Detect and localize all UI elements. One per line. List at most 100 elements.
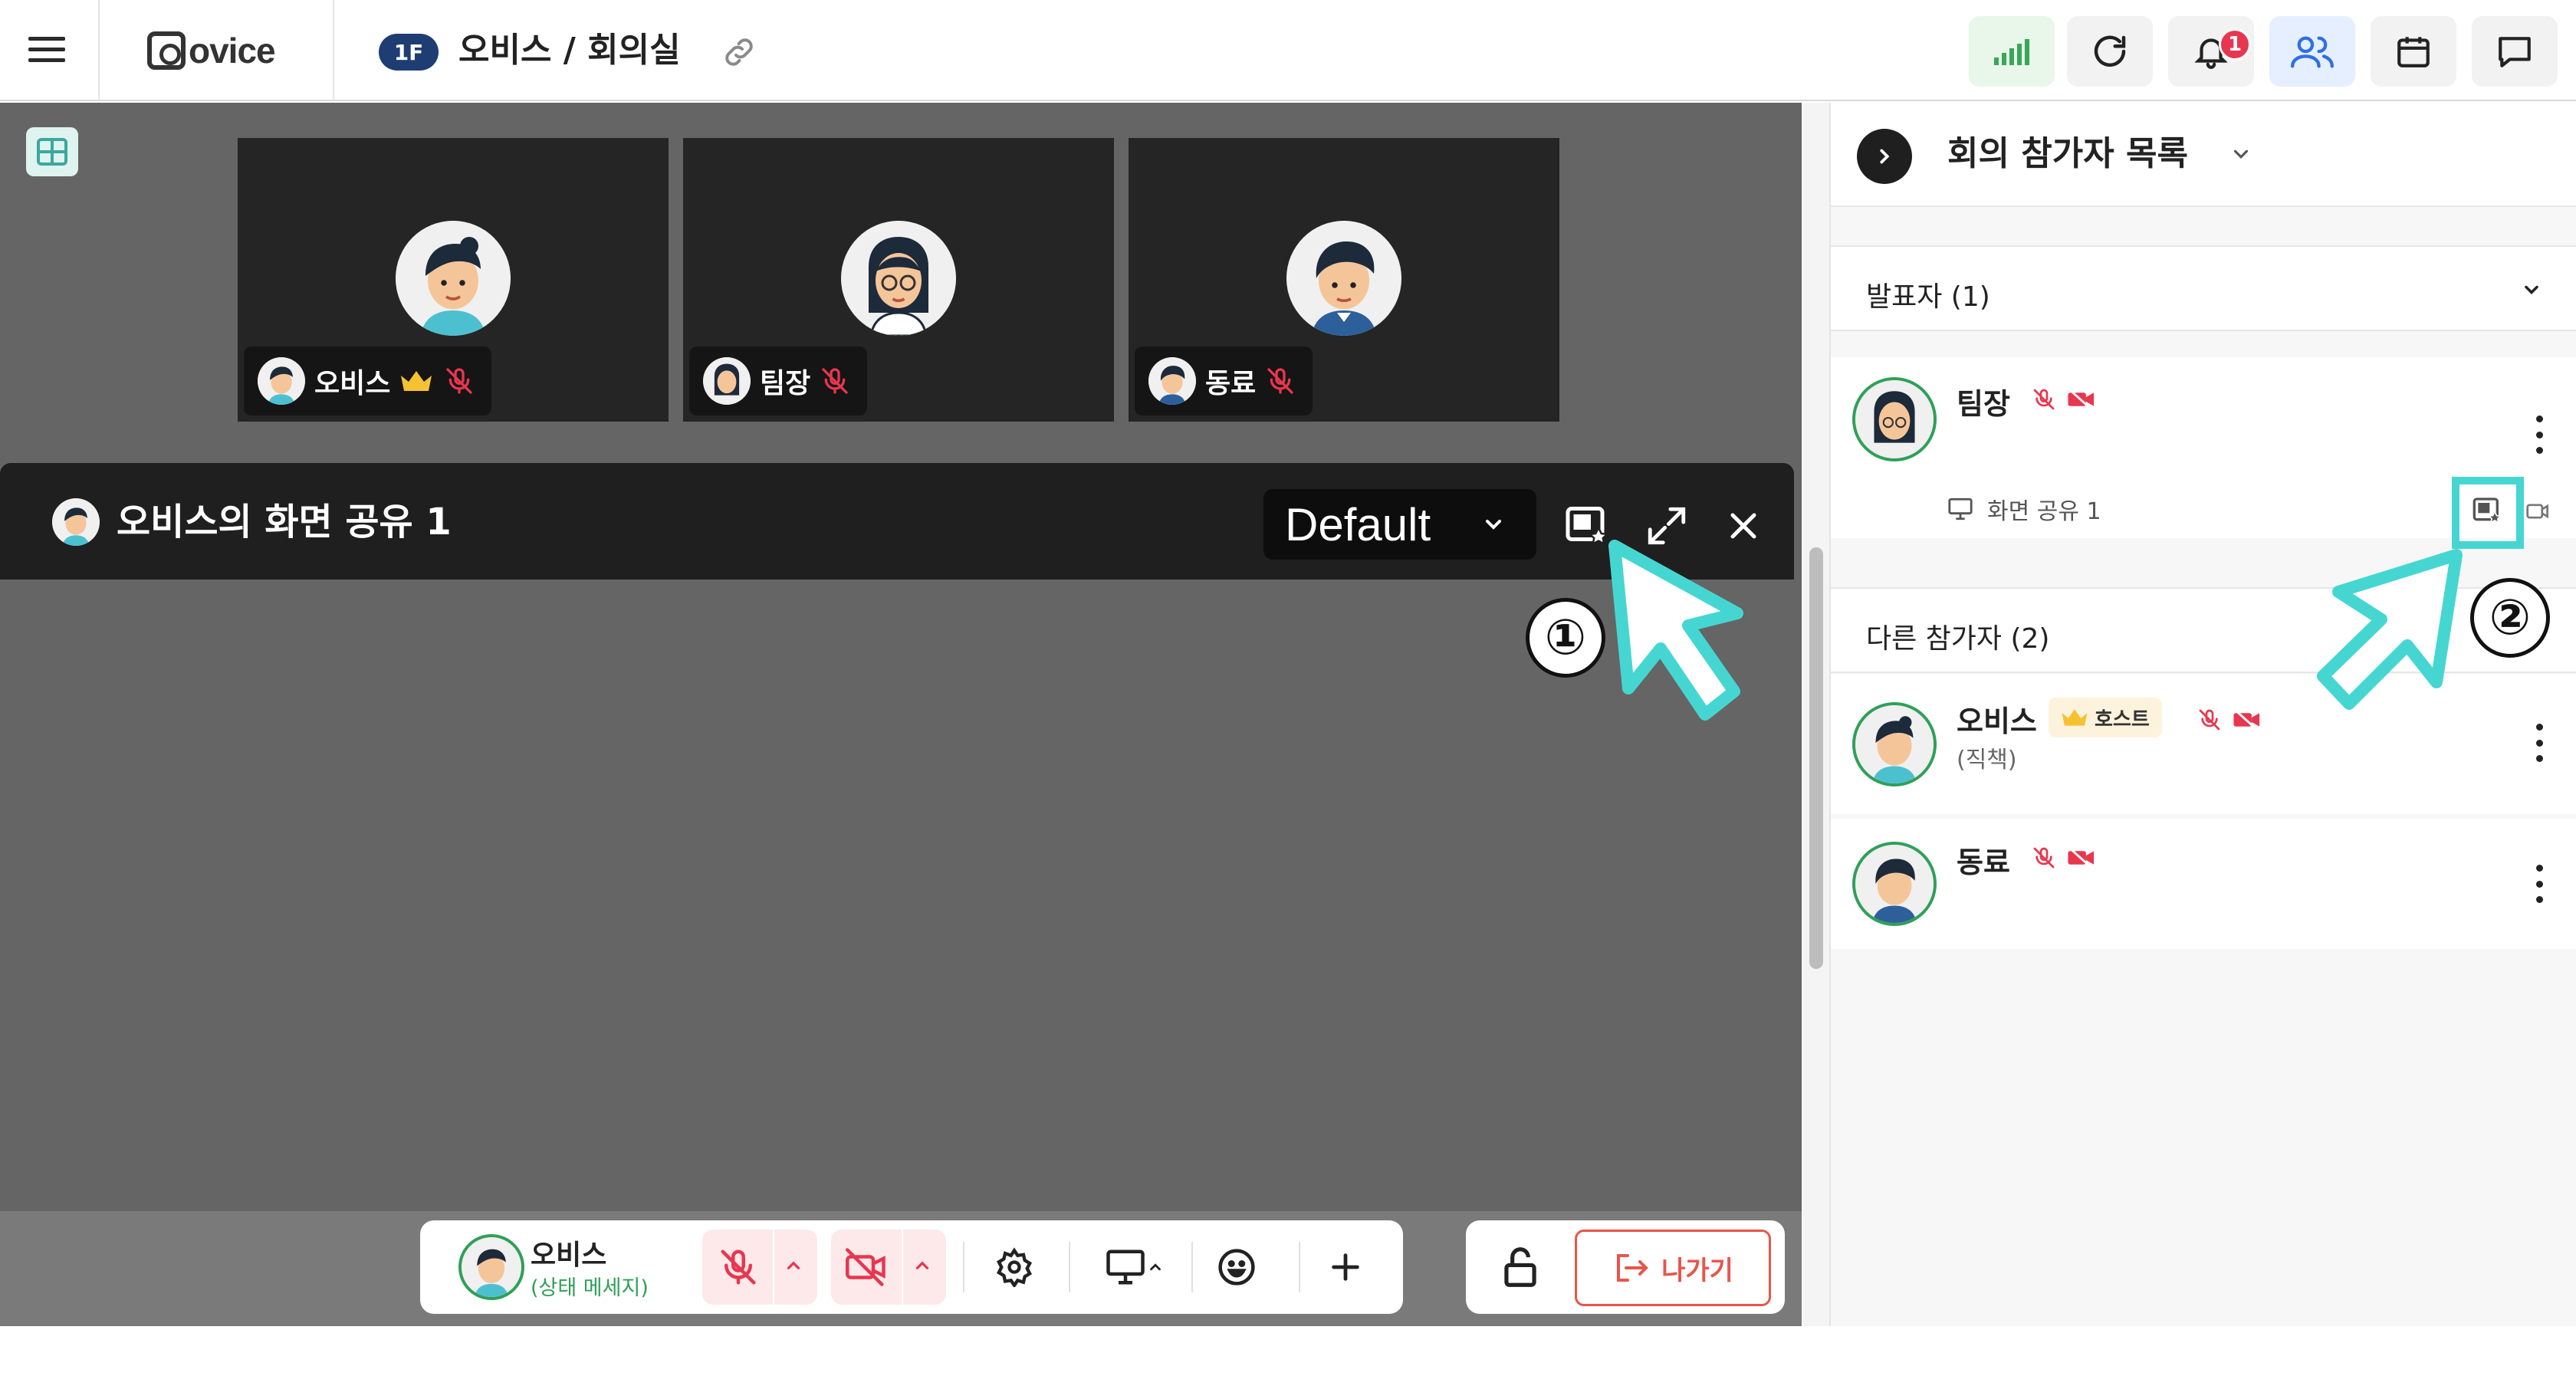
- ovice-logo[interactable]: ovice: [147, 28, 276, 74]
- participant-name: 팀장: [1957, 387, 2010, 421]
- more-actions-button[interactable]: [1322, 1243, 1369, 1291]
- crown-icon: [2062, 709, 2088, 726]
- mic-toggle-button[interactable]: [718, 1246, 759, 1291]
- collapse-sidebar-button[interactable]: [1857, 129, 1912, 184]
- participant-name: 오비스: [1957, 704, 2037, 738]
- signal-icon: [1994, 39, 2029, 65]
- reaction-button[interactable]: [1213, 1243, 1260, 1291]
- logo-mark-icon: [147, 31, 186, 70]
- camera-off-icon: [2068, 846, 2095, 869]
- chevron-up-icon: [915, 1261, 929, 1269]
- video-tile[interactable]: 동료: [1129, 138, 1559, 422]
- screen-share-button[interactable]: [1096, 1243, 1173, 1291]
- toolbar-separator: [1299, 1242, 1300, 1292]
- link-icon[interactable]: [721, 34, 757, 71]
- video-tile[interactable]: 팀장: [683, 138, 1114, 422]
- room-title: 오비스 / 회의실: [458, 31, 681, 70]
- mic-muted-icon: [822, 368, 848, 394]
- mic-muted-icon: [2033, 389, 2055, 410]
- chat-icon: [2499, 37, 2531, 67]
- host-badge-label: 호스트: [2095, 708, 2150, 731]
- video-tile[interactable]: 오비스: [238, 138, 669, 422]
- tutorial-pointer-arrow-icon: [1608, 540, 1743, 721]
- settings-button[interactable]: [991, 1243, 1038, 1291]
- scrollbar-thumb[interactable]: [1809, 547, 1823, 969]
- participant-name: 동료: [1957, 846, 2010, 879]
- self-name: 오비스: [531, 1240, 607, 1271]
- mic-options-button[interactable]: [782, 1256, 805, 1279]
- sidebar-title[interactable]: 회의 참가자 목록: [1947, 129, 2188, 179]
- chip-avatar: [258, 357, 305, 405]
- camera-off-icon: [2233, 708, 2260, 731]
- toolbar-separator: [1069, 1242, 1070, 1292]
- toolbar-separator: [963, 1242, 964, 1292]
- participants-button[interactable]: [2269, 16, 2355, 87]
- monitor-icon: [1948, 497, 1973, 520]
- grid-view-button[interactable]: [26, 127, 78, 176]
- camera-options-button[interactable]: [911, 1256, 934, 1279]
- mic-muted-icon: [2199, 709, 2220, 731]
- refresh-button[interactable]: [2067, 16, 2153, 87]
- refresh-icon: [2094, 35, 2126, 67]
- participant-avatar: [1286, 221, 1401, 336]
- calendar-icon: [2397, 37, 2430, 67]
- participant-name-chip: 오비스: [244, 346, 492, 415]
- participant-avatar: [841, 221, 956, 336]
- participant-role: (직책): [1957, 747, 2017, 773]
- chevron-down-icon[interactable]: [2228, 143, 2254, 166]
- smiley-icon: [1218, 1249, 1255, 1286]
- chevron-up-icon: [1150, 1263, 1161, 1271]
- calendar-button[interactable]: [2371, 16, 2456, 87]
- participant-status: [2032, 845, 2096, 871]
- screen-share-title: 오비스의 화면 공유 1: [117, 501, 452, 543]
- participant-menu-button[interactable]: [2535, 865, 2544, 903]
- chip-avatar: [703, 357, 751, 405]
- chat-button[interactable]: [2472, 16, 2558, 87]
- header-divider: [98, 0, 100, 101]
- participant-menu-button[interactable]: [2535, 724, 2544, 762]
- room-actions-bar: 나가기: [1466, 1220, 1785, 1314]
- camera-off-icon: [846, 1248, 886, 1286]
- button-split: [773, 1230, 774, 1305]
- participant-menu-button[interactable]: [2535, 415, 2544, 454]
- camera-toggle-button[interactable]: [843, 1246, 889, 1291]
- button-split: [902, 1230, 903, 1305]
- sidebar-header: 회의 참가자 목록: [1831, 103, 2576, 207]
- participant-avatar: [1852, 842, 1937, 926]
- chevron-up-icon: [787, 1261, 800, 1269]
- camera-toggle-group: [831, 1230, 946, 1305]
- notifications-button[interactable]: 1: [2168, 16, 2254, 87]
- others-heading: 다른 참가자 (2): [1866, 623, 2050, 655]
- presenter-share-row[interactable]: 화면 공유 1: [1947, 492, 2101, 526]
- participant-avatar: [1852, 377, 1937, 461]
- tutorial-pointer-arrow-icon: [2317, 549, 2463, 710]
- layout-select-value: Default: [1285, 498, 1431, 550]
- participant-status: [2032, 386, 2096, 412]
- stage-scrollbar[interactable]: [1803, 103, 1829, 1326]
- exit-icon: [1617, 1254, 1648, 1282]
- lock-room-button[interactable]: [1497, 1243, 1544, 1291]
- screen-share-header: 오비스의 화면 공유 1 Default: [0, 463, 1794, 580]
- participant-card[interactable]: 동료: [1831, 819, 2576, 949]
- menu-icon[interactable]: [21, 31, 72, 71]
- plus-icon: [1332, 1253, 1359, 1281]
- chevron-down-icon: [2525, 285, 2538, 294]
- notification-badge: 1: [2219, 28, 2251, 61]
- connection-quality-button[interactable]: [1969, 16, 2055, 87]
- host-badge: 호스트: [2049, 698, 2162, 737]
- sharer-avatar: [52, 498, 100, 546]
- self-avatar[interactable]: [458, 1234, 524, 1300]
- expand-screen-icon[interactable]: [2524, 500, 2550, 523]
- people-icon: [2291, 36, 2334, 68]
- participant-avatar: [396, 221, 511, 336]
- status-message[interactable]: (상태 메세지): [531, 1271, 649, 1301]
- header-divider: [333, 0, 334, 101]
- participant-name: 동료: [1205, 368, 1257, 399]
- layout-select[interactable]: Default: [1263, 489, 1536, 560]
- presenters-heading: 발표자 (1): [1866, 281, 1990, 313]
- leave-button[interactable]: 나가기: [1575, 1230, 1771, 1306]
- presenters-section-header[interactable]: 발표자 (1): [1831, 245, 2576, 331]
- mic-toggle-group: [702, 1230, 817, 1305]
- toolbar-separator: [1191, 1242, 1193, 1292]
- participant-name-chip: 팀장: [689, 346, 868, 415]
